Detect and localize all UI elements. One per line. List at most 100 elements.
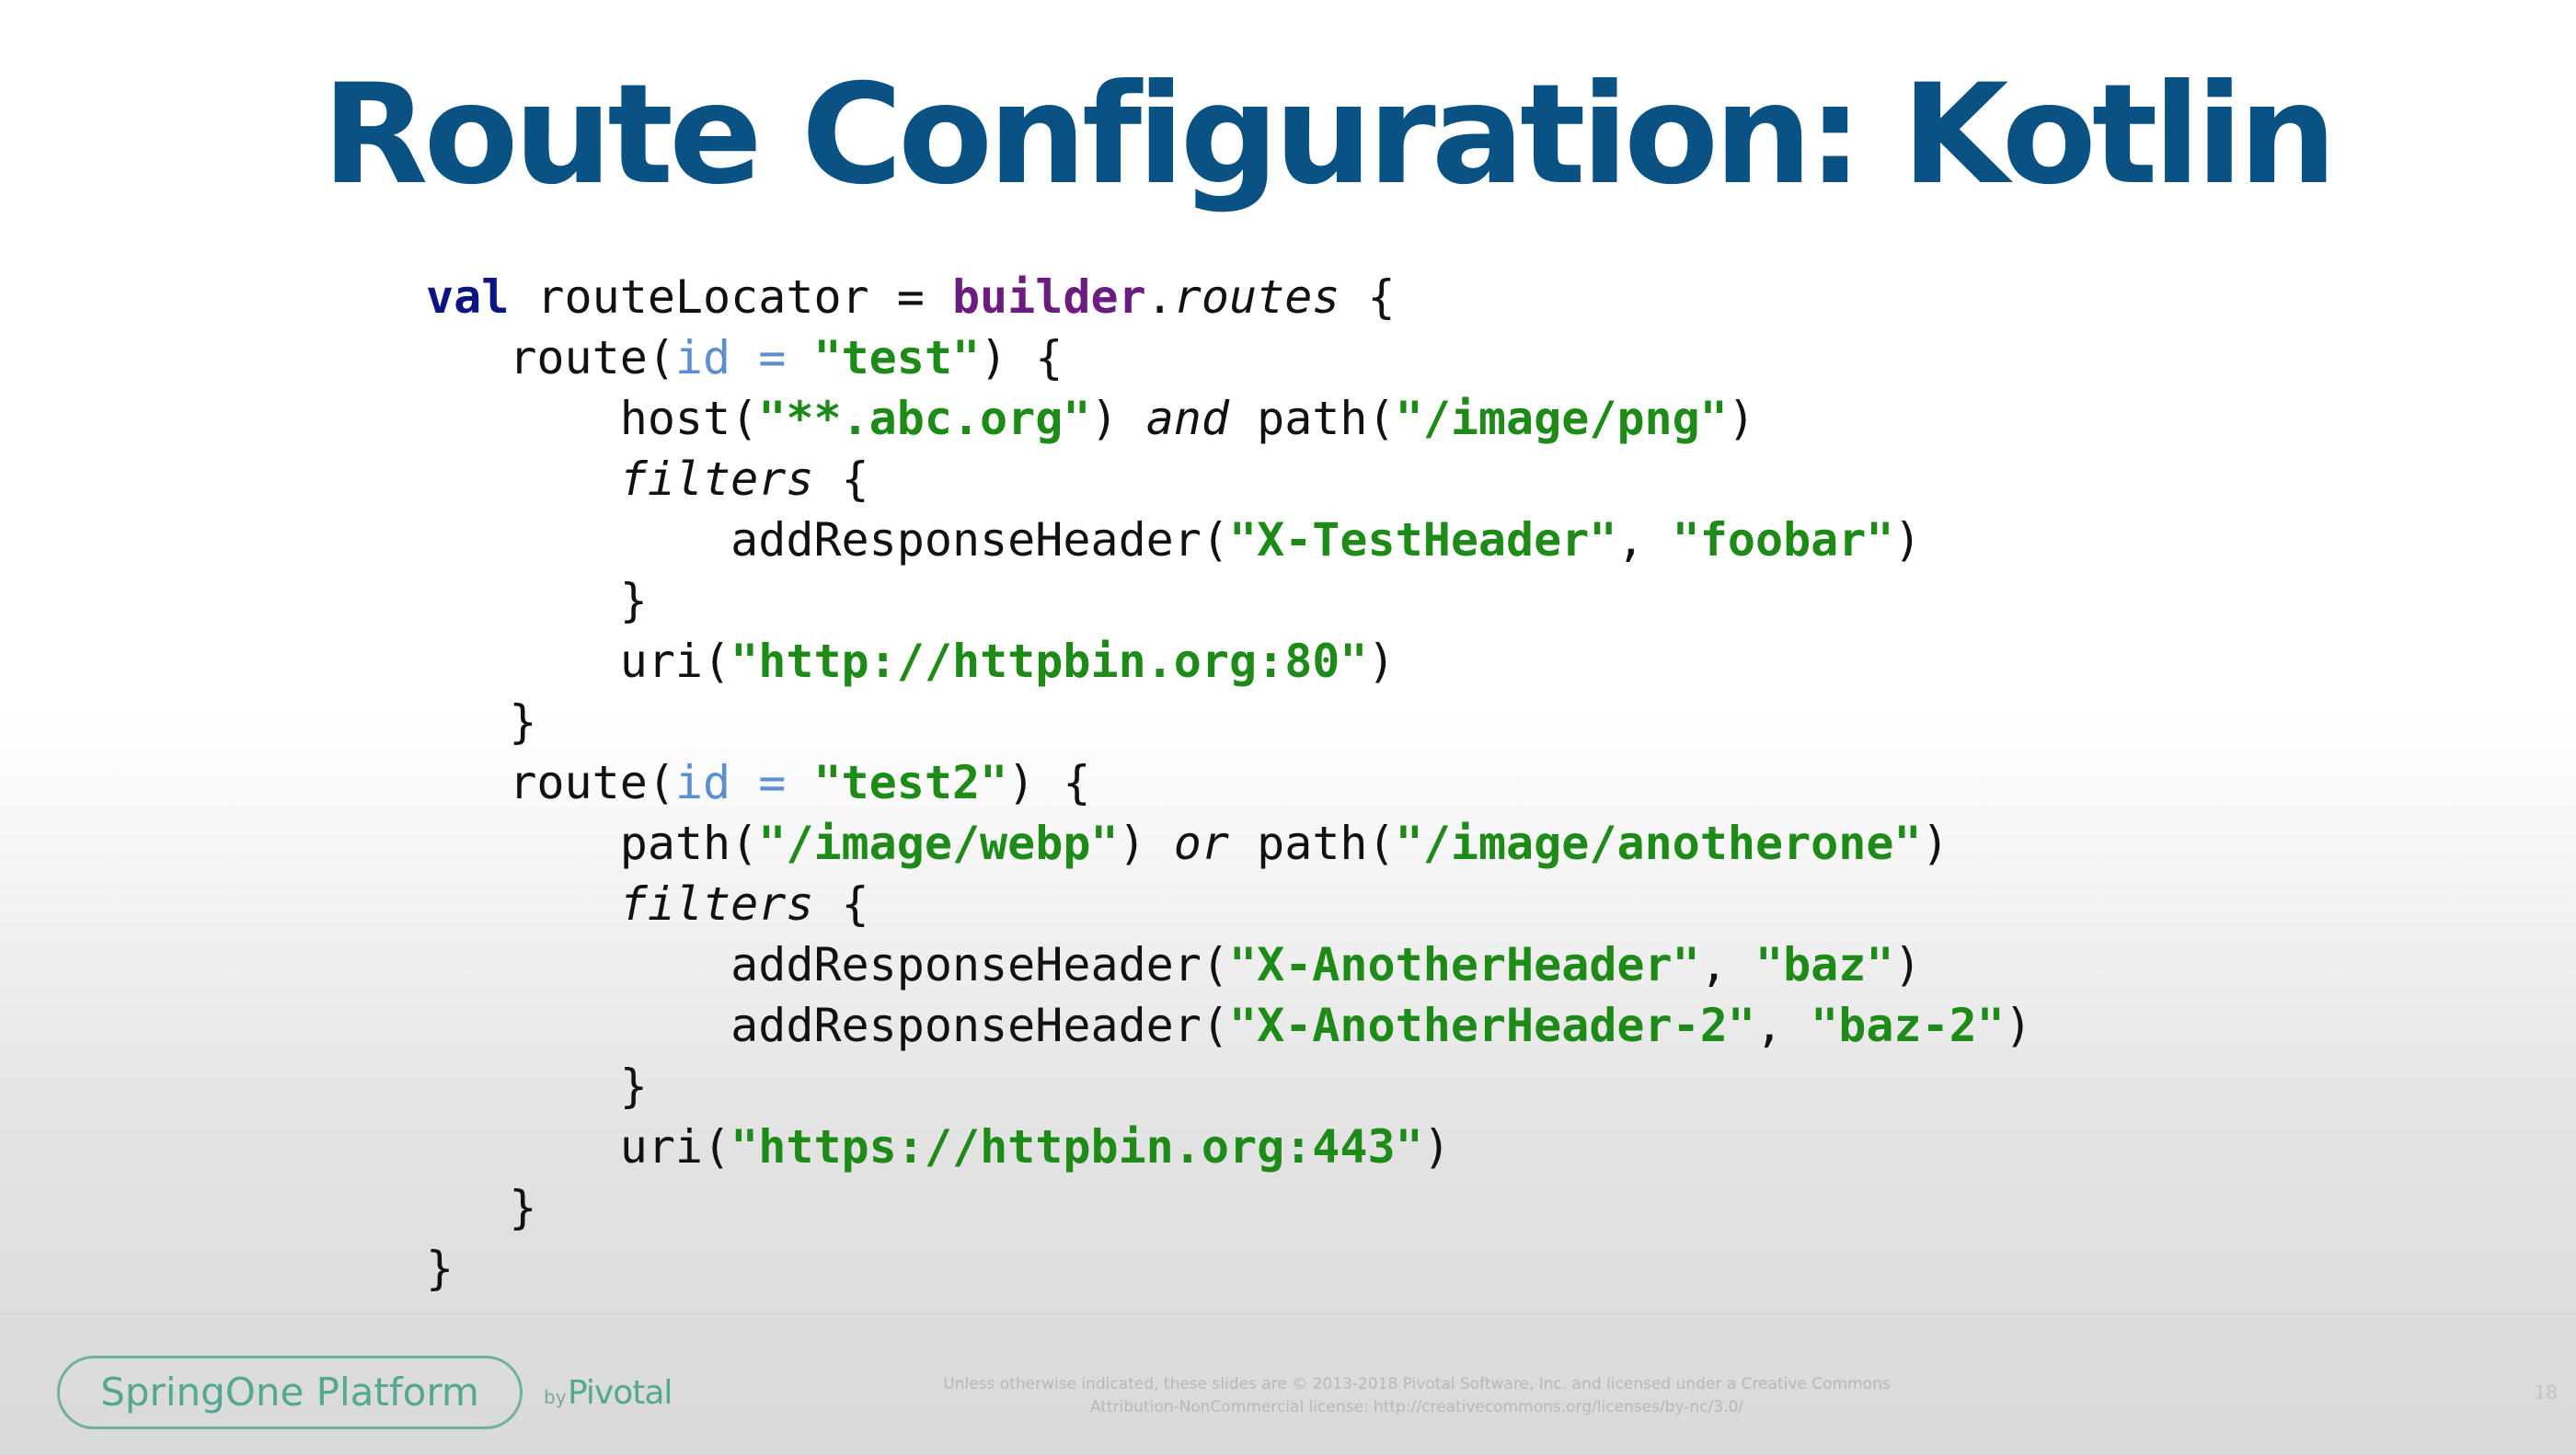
header-call-close: ) bbox=[1893, 938, 1922, 991]
filters-call: filters bbox=[619, 877, 814, 931]
path-close: ) bbox=[1727, 392, 1755, 445]
uri-close: ) bbox=[1367, 635, 1396, 688]
code-line-14: } bbox=[426, 1056, 2032, 1117]
add-response-header-call: addResponseHeader( bbox=[730, 938, 1229, 991]
or-operator: or bbox=[1173, 817, 1230, 870]
license-line-1: Unless otherwise indicated, these slides… bbox=[943, 1375, 1891, 1393]
pivotal-logo: Pivotal bbox=[568, 1374, 673, 1412]
route-id-string: "test" bbox=[813, 331, 981, 384]
code-line-6: } bbox=[426, 570, 2032, 631]
code-line-17: } bbox=[426, 1238, 2032, 1299]
by-text: by bbox=[544, 1386, 567, 1408]
springone-platform-logo: SpringOne Platform bbox=[57, 1356, 523, 1429]
second-path-call: path( bbox=[1229, 817, 1396, 870]
and-prefix: ) bbox=[1090, 392, 1146, 445]
add-response-header-call: addResponseHeader( bbox=[730, 999, 1229, 1052]
uri-string: "http://httpbin.org:80" bbox=[730, 635, 1368, 688]
footer-divider bbox=[0, 1313, 2576, 1315]
filters-close-brace: } bbox=[619, 574, 648, 627]
header-call-close: ) bbox=[2004, 999, 2032, 1052]
route-close-brace: } bbox=[509, 695, 537, 749]
slide-number: 18 bbox=[2534, 1381, 2558, 1403]
header-value-string: "baz-2" bbox=[1811, 999, 2005, 1052]
code-line-16: } bbox=[426, 1177, 2032, 1238]
slide-title: Route Configuration: Kotlin bbox=[322, 55, 2337, 215]
uri-string: "https://httpbin.org:443" bbox=[730, 1120, 1423, 1174]
code-line-7: uri("http://httpbin.org:80") bbox=[426, 631, 2032, 692]
license-line-2: Attribution-NonCommercial license: http:… bbox=[1089, 1398, 1744, 1416]
code-line-4: filters { bbox=[426, 449, 2032, 510]
header-call-close: ) bbox=[1893, 513, 1922, 567]
second-path-string: "/image/anotherone" bbox=[1395, 817, 1922, 870]
routes-close-brace: } bbox=[426, 1242, 454, 1295]
filters-close-brace: } bbox=[619, 1060, 648, 1113]
argument-separator: , bbox=[1754, 999, 1811, 1052]
kotlin-code-block: val routeLocator = builder.routes { rout… bbox=[426, 267, 2032, 1299]
header-value-string: "baz" bbox=[1754, 938, 1894, 991]
path-close: ) bbox=[1921, 817, 1949, 870]
routes-open-brace: { bbox=[1340, 270, 1396, 324]
argument-separator: , bbox=[1616, 513, 1673, 567]
path-string: "/image/webp" bbox=[758, 817, 1119, 870]
routes-call: routes bbox=[1173, 270, 1340, 324]
code-line-8: } bbox=[426, 692, 2032, 752]
route-call: route( bbox=[509, 756, 675, 809]
filters-open-brace: { bbox=[813, 877, 869, 931]
val-keyword: val bbox=[426, 270, 510, 324]
header-value-string: "foobar" bbox=[1672, 513, 1894, 567]
header-name-string: "X-AnotherHeader-2" bbox=[1229, 999, 1755, 1052]
id-parameter: id = bbox=[674, 331, 814, 384]
route-open-brace: ) { bbox=[980, 331, 1064, 384]
code-line-15: uri("https://httpbin.org:443") bbox=[426, 1117, 2032, 1177]
routes-dot: . bbox=[1145, 270, 1174, 324]
host-call: host( bbox=[619, 392, 759, 445]
code-line-3: host("**.abc.org") and path("/image/png"… bbox=[426, 388, 2032, 449]
uri-call: uri( bbox=[619, 635, 731, 688]
presentation-slide: Route Configuration: Kotlin val routeLoc… bbox=[0, 0, 2576, 1455]
builder-object: builder bbox=[951, 270, 1146, 324]
path-call: path( bbox=[1229, 392, 1396, 445]
filters-open-brace: { bbox=[813, 453, 869, 506]
route-close-brace: } bbox=[509, 1181, 537, 1234]
code-line-11: filters { bbox=[426, 874, 2032, 934]
uri-call: uri( bbox=[619, 1120, 731, 1174]
id-parameter: id = bbox=[674, 756, 814, 809]
code-line-9: route(id = "test2") { bbox=[426, 752, 2032, 813]
header-name-string: "X-TestHeader" bbox=[1229, 513, 1617, 567]
or-prefix: ) bbox=[1118, 817, 1174, 870]
code-line-5: addResponseHeader("X-TestHeader", "fooba… bbox=[426, 510, 2032, 570]
route-locator-text: routeLocator = bbox=[509, 270, 952, 324]
code-line-2: route(id = "test") { bbox=[426, 327, 2032, 388]
header-name-string: "X-AnotherHeader" bbox=[1229, 938, 1700, 991]
license-notice: Unless otherwise indicated, these slides… bbox=[828, 1373, 2006, 1419]
path-string: "/image/png" bbox=[1395, 392, 1728, 445]
filters-call: filters bbox=[619, 453, 814, 506]
path-call: path( bbox=[619, 817, 759, 870]
route-id-string: "test2" bbox=[813, 756, 1008, 809]
and-operator: and bbox=[1145, 392, 1229, 445]
code-line-1: val routeLocator = builder.routes { bbox=[426, 267, 2032, 327]
host-string: "**.abc.org" bbox=[758, 392, 1091, 445]
route-open-brace: ) { bbox=[1007, 756, 1091, 809]
code-line-12: addResponseHeader("X-AnotherHeader", "ba… bbox=[426, 934, 2032, 995]
code-line-13: addResponseHeader("X-AnotherHeader-2", "… bbox=[426, 995, 2032, 1056]
argument-separator: , bbox=[1699, 938, 1755, 991]
code-line-10: path("/image/webp") or path("/image/anot… bbox=[426, 813, 2032, 874]
uri-close: ) bbox=[1422, 1120, 1451, 1174]
add-response-header-call: addResponseHeader( bbox=[730, 513, 1229, 567]
